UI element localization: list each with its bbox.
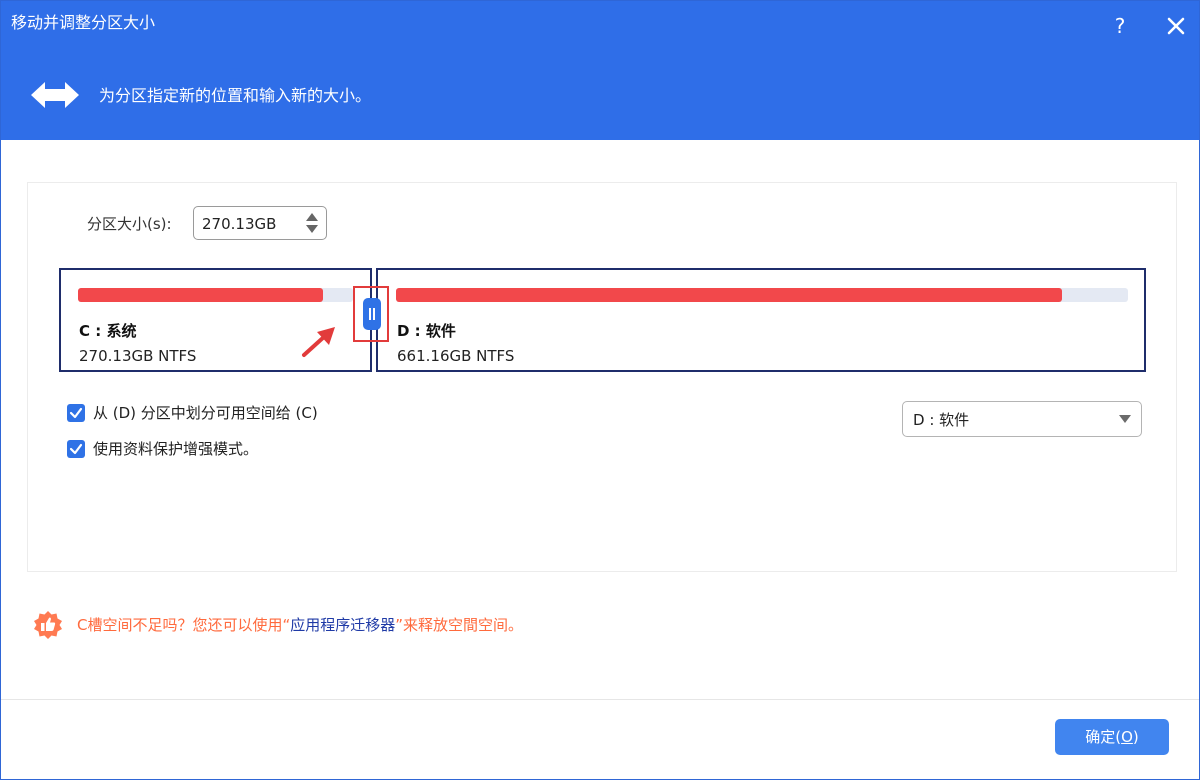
grip-line	[373, 308, 375, 320]
move-resize-arrows-icon	[31, 82, 79, 108]
tip-prefix: C槽空间不足吗？您还可以使用“	[77, 616, 291, 634]
checkmark-icon	[69, 407, 83, 419]
partition-d-info: 661.16GB NTFS	[397, 347, 515, 365]
partition-d-name: D : 软件	[397, 322, 456, 340]
data-protection-checkbox[interactable]	[67, 440, 85, 458]
ok-label-suffix: )	[1132, 728, 1139, 746]
footer-divider	[1, 699, 1199, 700]
dropdown-arrow-icon	[1119, 415, 1131, 423]
allocate-space-checkbox[interactable]	[67, 404, 85, 422]
tip-suffix: ”来释放空間空间。	[395, 616, 524, 634]
resize-partition-dialog: 移动并调整分区大小 ? 为分区指定新的位置和输入新的大小。 分区大小(s): 2…	[0, 0, 1200, 780]
partition-d-block[interactable]: D : 软件 661.16GB NTFS	[376, 268, 1146, 372]
dialog-title: 移动并调整分区大小	[11, 13, 156, 32]
app-migrator-link[interactable]: 应用程序迁移器	[290, 616, 395, 634]
close-button[interactable]	[1161, 11, 1191, 41]
partition-panel	[27, 182, 1177, 572]
size-stepper[interactable]	[304, 211, 320, 235]
partition-c-usage-bar	[78, 288, 353, 302]
partition-c-name: C : 系统	[79, 322, 137, 340]
ok-shortcut-key: O	[1121, 728, 1133, 746]
help-button[interactable]: ?	[1107, 11, 1133, 41]
partition-size-value: 270.13GB	[202, 215, 277, 233]
partition-c-info: 270.13GB NTFS	[79, 347, 197, 365]
ok-button[interactable]: 确定(O)	[1055, 719, 1169, 755]
tip-message: C槽空间不足吗？您还可以使用“应用程序迁移器”来释放空間空间。	[77, 615, 523, 635]
pointer-arrow-icon	[302, 327, 335, 357]
header-description: 为分区指定新的位置和输入新的大小。	[99, 86, 372, 105]
stepper-up-icon[interactable]	[306, 213, 318, 221]
partition-size-label: 分区大小(s):	[87, 215, 172, 233]
grip-line	[369, 308, 371, 320]
partition-size-input[interactable]: 270.13GB	[193, 206, 327, 240]
dialog-header: 移动并调整分区大小 ? 为分区指定新的位置和输入新的大小。	[1, 1, 1199, 140]
allocate-space-label: 从 (D) 分区中划分可用空间给 (C)	[93, 404, 318, 422]
source-partition-select[interactable]: D : 软件	[902, 401, 1142, 437]
stepper-down-icon[interactable]	[306, 225, 318, 233]
partition-d-usage-bar	[396, 288, 1128, 302]
thumbs-up-badge-icon	[34, 611, 62, 639]
partition-resize-handle[interactable]	[363, 298, 381, 330]
checkmark-icon	[69, 443, 83, 455]
partition-d-used-fill	[396, 288, 1063, 302]
ok-label-prefix: 确定(	[1085, 728, 1122, 746]
data-protection-label: 使用资料保护增强模式。	[93, 440, 259, 458]
close-icon	[1167, 17, 1185, 35]
partition-c-used-fill	[78, 288, 323, 302]
source-partition-value: D : 软件	[913, 411, 970, 429]
